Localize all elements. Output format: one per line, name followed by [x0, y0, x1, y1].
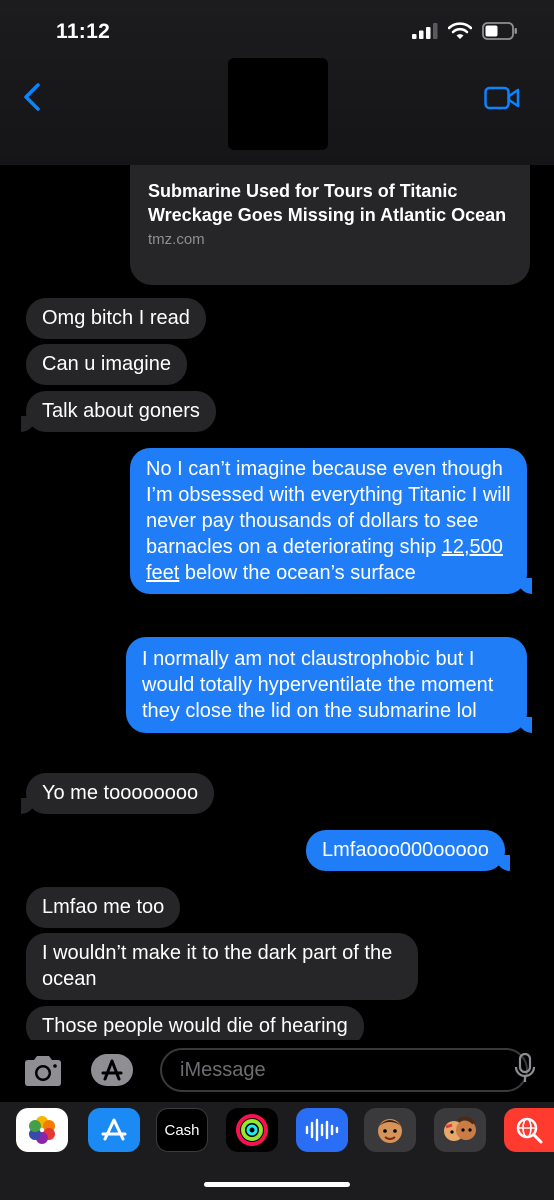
message-text: I normally am not claustrophobic but I w… — [142, 648, 494, 722]
contact-avatar-redacted[interactable] — [228, 58, 328, 150]
cellular-signal-icon — [412, 23, 438, 39]
imessage-placeholder: iMessage — [180, 1059, 266, 1081]
message-bubble-incoming[interactable]: Can u imagine — [26, 344, 187, 385]
message-bubble-incoming[interactable]: I wouldn’t make it to the dark part of t… — [26, 933, 418, 1000]
message-text: I wouldn’t make it to the dark part of t… — [42, 942, 393, 990]
photos-app-icon[interactable] — [16, 1108, 68, 1152]
message-text: Omg bitch I read — [42, 307, 190, 329]
message-text: Lmfaooo000ooooo — [322, 839, 489, 861]
link-preview-title: Submarine Used for Tours of Titanic Wrec… — [148, 181, 507, 225]
activity-rings-icon[interactable] — [226, 1108, 278, 1152]
message-text: Talk about goners — [42, 400, 200, 422]
apple-cash-label: Cash — [164, 1121, 200, 1139]
message-bubble-incoming[interactable]: Omg bitch I read — [26, 298, 206, 339]
compose-bar: iMessage — [0, 1040, 554, 1102]
status-time: 11:12 — [56, 20, 111, 43]
message-text: Yo me toooooooo — [42, 782, 199, 804]
status-bar: 11:12 — [0, 0, 554, 64]
video-call-icon[interactable] — [484, 86, 520, 110]
battery-icon — [482, 22, 517, 40]
web-images-search-icon[interactable] — [504, 1108, 554, 1152]
message-bubble-incoming[interactable]: Lmfao me too — [26, 887, 181, 928]
camera-icon[interactable] — [22, 1054, 64, 1088]
message-text: Lmfao me too — [42, 896, 165, 918]
app-store-apps-icon[interactable] — [90, 1052, 134, 1088]
audio-message-icon[interactable] — [296, 1108, 348, 1152]
memoji-stickers-icon[interactable] — [434, 1108, 486, 1152]
imessage-input[interactable]: iMessage — [160, 1048, 528, 1092]
message-text: below the ocean’s surface — [179, 562, 416, 584]
link-preview-domain: tmz.com — [148, 231, 205, 248]
memoji-icon[interactable] — [364, 1108, 416, 1152]
message-bubble-outgoing[interactable]: No I can’t imagine because even though I… — [130, 448, 532, 594]
message-text: Can u imagine — [42, 353, 171, 375]
message-bubble-incoming[interactable]: Yo me toooooooo — [20, 773, 215, 814]
wifi-icon — [448, 22, 472, 39]
link-preview-card[interactable]: Submarine Used for Tours of Titanic Wrec… — [130, 165, 530, 285]
message-bubble-outgoing[interactable]: Lmfaooo000ooooo — [306, 830, 510, 871]
home-indicator[interactable] — [204, 1182, 350, 1187]
microphone-icon[interactable] — [514, 1050, 536, 1086]
message-bubble-incoming[interactable]: Talk about goners — [21, 391, 216, 432]
back-chevron-icon[interactable] — [18, 82, 48, 112]
message-bubble-outgoing[interactable]: I normally am not claustrophobic but I w… — [126, 637, 532, 733]
app-store-icon[interactable] — [88, 1108, 140, 1152]
message-text: Those people would die of hearing — [42, 1015, 348, 1037]
imessage-app-tray: Cash — [0, 1102, 554, 1200]
apple-cash-icon[interactable]: Cash — [156, 1108, 208, 1152]
